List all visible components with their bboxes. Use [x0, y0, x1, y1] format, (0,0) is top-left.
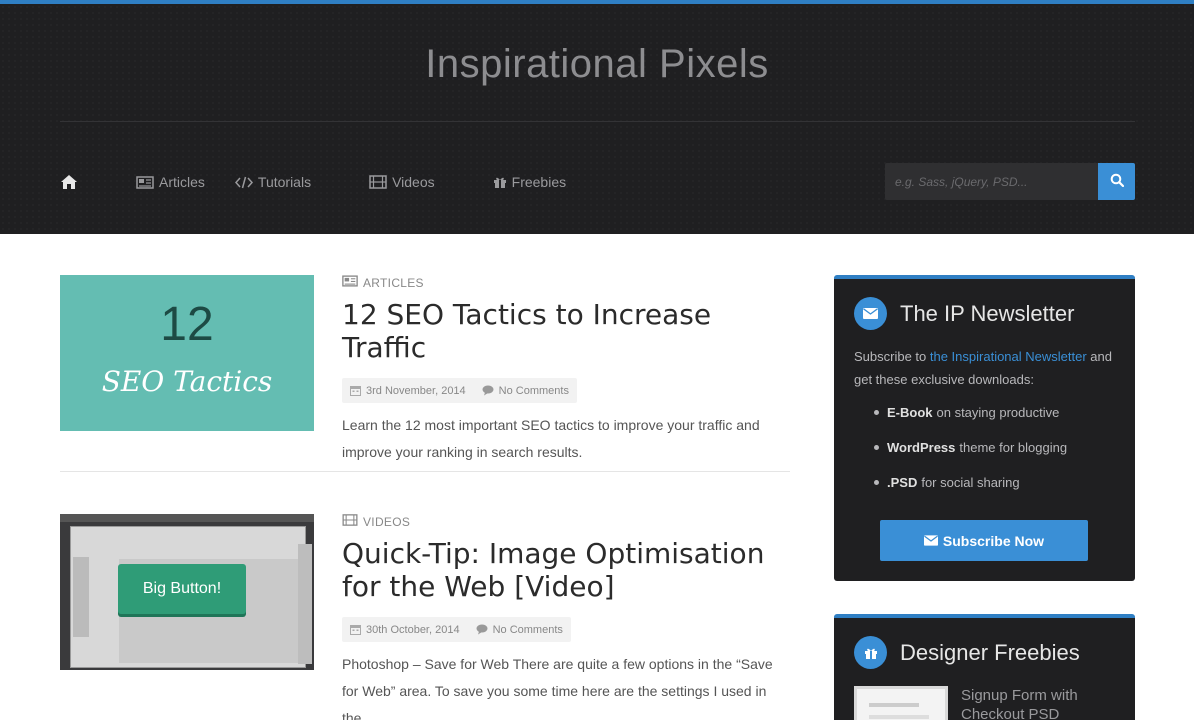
- list-item: E-Book on staying productive: [874, 401, 1067, 436]
- nav-home[interactable]: [60, 174, 78, 190]
- envelope-icon: [923, 535, 938, 546]
- envelope-icon: [854, 297, 887, 330]
- thumb-script-text: SEO Tactics: [101, 365, 273, 398]
- nav-articles[interactable]: Articles: [136, 174, 205, 190]
- search-box: [885, 163, 1135, 200]
- post-thumbnail[interactable]: 12 SEO Tactics: [60, 275, 314, 431]
- newsletter-widget: The IP Newsletter Subscribe to the Inspi…: [834, 275, 1135, 581]
- freebie-thumbnail[interactable]: [854, 686, 948, 720]
- widget-title: The IP Newsletter: [900, 300, 1075, 326]
- newspaper-icon: [136, 175, 154, 189]
- code-icon: [234, 176, 253, 189]
- search-button[interactable]: [1098, 163, 1135, 200]
- comment-icon: [476, 624, 488, 635]
- thumb-number: 12: [160, 298, 214, 351]
- film-icon: [369, 175, 387, 189]
- nav-tutorials-label: Tutorials: [257, 174, 312, 190]
- list-item: WordPress theme for blogging: [874, 436, 1067, 471]
- widget-header: Designer Freebies: [854, 636, 1080, 669]
- post-date: 30th October, 2014: [366, 623, 460, 636]
- post-date: 3rd November, 2014: [366, 384, 466, 397]
- post-category-label: VIDEOS: [363, 514, 411, 529]
- header-divider: [60, 121, 1135, 122]
- post-comments[interactable]: No Comments: [493, 624, 563, 636]
- subscribe-button[interactable]: Subscribe Now: [880, 520, 1088, 561]
- site-logo[interactable]: Inspirational Pixels: [0, 42, 1194, 87]
- post-title[interactable]: 12 SEO Tactics to Increase Traffic: [342, 298, 790, 364]
- newspaper-icon: [342, 275, 358, 290]
- nav-videos-label: Videos: [392, 174, 435, 190]
- gift-icon: [854, 636, 887, 669]
- nav-tutorials[interactable]: Tutorials: [234, 174, 312, 190]
- post-category[interactable]: ARTICLES: [342, 275, 790, 290]
- nav-videos[interactable]: Videos: [369, 174, 435, 190]
- post-divider: [60, 471, 790, 472]
- post-content: VIDEOS Quick-Tip: Image Optimisation for…: [342, 514, 790, 720]
- widget-title: Designer Freebies: [900, 639, 1080, 665]
- newsletter-perks: E-Book on staying productive WordPress the…: [874, 401, 1067, 506]
- nav-freebies[interactable]: Freebies: [493, 174, 566, 190]
- post-meta: 30th October, 2014 No Comments: [342, 617, 571, 642]
- nav-freebies-label: Freebies: [511, 174, 567, 190]
- post-title[interactable]: Quick-Tip: Image Optimisation for the We…: [342, 537, 790, 603]
- freebies-widget: Designer Freebies Signup Form with Check…: [834, 614, 1135, 720]
- post-category[interactable]: VIDEOS: [342, 514, 790, 529]
- subscribe-button-label: Subscribe Now: [942, 532, 1045, 549]
- gift-icon: [493, 175, 507, 189]
- post-comments[interactable]: No Comments: [499, 385, 569, 397]
- calendar-icon: [350, 385, 361, 396]
- comment-icon: [482, 385, 494, 396]
- site-header: Inspirational Pixels Articles Tutorials …: [0, 4, 1194, 234]
- search-icon: [1110, 173, 1124, 190]
- newsletter-link[interactable]: the Inspirational Newsletter: [930, 349, 1087, 364]
- calendar-icon: [350, 624, 361, 635]
- post-excerpt: Photoshop – Save for Web There are quite…: [342, 656, 773, 720]
- post-meta: 3rd November, 2014 No Comments: [342, 378, 577, 403]
- nav-articles-label: Articles: [159, 174, 205, 190]
- search-input[interactable]: [885, 163, 1098, 200]
- list-item: .PSD for social sharing: [874, 471, 1067, 506]
- post-excerpt: Learn the 12 most important SEO tactics …: [342, 417, 760, 460]
- film-icon: [342, 514, 358, 529]
- post-category-label: ARTICLES: [363, 275, 424, 290]
- widget-header: The IP Newsletter: [854, 297, 1074, 330]
- home-icon: [60, 174, 78, 190]
- thumb-big-button: Big Button!: [118, 564, 246, 614]
- post-content: ARTICLES 12 SEO Tactics to Increase Traf…: [342, 275, 790, 466]
- post-thumbnail[interactable]: Big Button!: [60, 514, 314, 670]
- main-nav: Articles Tutorials Videos Freebies: [60, 163, 566, 201]
- freebie-title[interactable]: Signup Form with Checkout PSD: [961, 686, 1121, 720]
- newsletter-description: Subscribe to the Inspirational Newslette…: [854, 349, 1112, 387]
